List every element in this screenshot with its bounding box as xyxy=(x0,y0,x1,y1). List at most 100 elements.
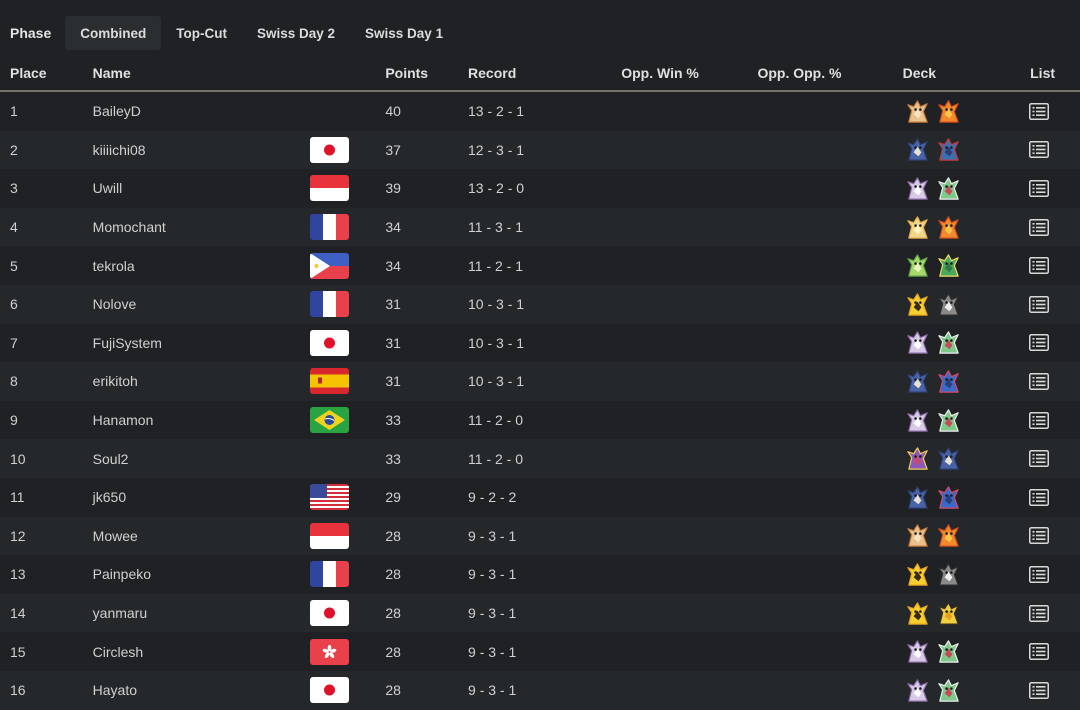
opp-win-cell xyxy=(621,555,757,594)
deck-cell[interactable] xyxy=(903,285,1031,324)
deck-cell[interactable] xyxy=(903,594,1031,633)
decklist-icon[interactable] xyxy=(1029,334,1050,352)
pikachu-icon xyxy=(903,290,932,319)
player-name-link[interactable]: Circlesh xyxy=(93,632,310,671)
table-row: 6 Nolove 31 10 - 3 - 1 xyxy=(0,284,1080,324)
decklist-icon[interactable] xyxy=(1029,141,1050,159)
points-cell: 40 xyxy=(385,103,401,120)
decklist-icon[interactable] xyxy=(1029,411,1050,429)
deck-cell[interactable] xyxy=(903,439,1031,478)
header-place[interactable]: Place xyxy=(0,56,93,92)
points-cell: 33 xyxy=(385,412,401,429)
decklist-icon[interactable] xyxy=(1029,527,1050,545)
deck-cell[interactable] xyxy=(903,632,1031,671)
header-opp-win[interactable]: Opp. Win % xyxy=(621,56,758,92)
decklist-icon[interactable] xyxy=(1029,604,1050,622)
player-name-link[interactable]: Nolove xyxy=(93,285,310,324)
deck-cell[interactable] xyxy=(903,208,1031,247)
opp-opp-cell xyxy=(757,91,902,131)
player-name-link[interactable]: jk650 xyxy=(93,478,310,517)
tab-top-cut[interactable]: Top-Cut xyxy=(161,16,242,50)
points-cell: 34 xyxy=(385,219,401,236)
decklist-icon[interactable] xyxy=(1029,450,1050,468)
player-name-link[interactable]: Painpeko xyxy=(93,555,310,594)
country-flag-cell xyxy=(309,632,386,671)
deck-cell[interactable] xyxy=(903,517,1031,556)
place-cell: 13 xyxy=(10,566,26,583)
opp-opp-cell xyxy=(757,478,902,517)
tab-swiss-day-1[interactable]: Swiss Day 1 xyxy=(350,16,458,50)
deck-cell[interactable] xyxy=(903,91,1031,131)
player-name-link[interactable]: FujiSystem xyxy=(93,324,310,363)
opp-opp-cell xyxy=(757,285,902,324)
decklist-icon[interactable] xyxy=(1029,218,1050,236)
opp-win-cell xyxy=(621,208,757,247)
points-cell: 28 xyxy=(385,682,401,699)
player-name-link[interactable]: Mowee xyxy=(93,517,310,556)
country-flag-cell xyxy=(309,517,386,556)
deck-cell[interactable] xyxy=(903,169,1031,208)
dragapult-icon xyxy=(934,135,963,164)
record-cell: 13 - 2 - 0 xyxy=(468,180,525,197)
player-name-link[interactable]: Soul2 xyxy=(93,439,310,478)
decklist-icon[interactable] xyxy=(1029,295,1050,313)
opp-win-cell xyxy=(621,131,757,170)
deck-cell[interactable] xyxy=(903,671,1031,710)
mewtwo-icon xyxy=(903,637,932,666)
garchomp-icon xyxy=(903,367,932,396)
player-name-link[interactable]: tekrola xyxy=(93,246,310,285)
decklist-icon[interactable] xyxy=(1029,102,1050,120)
table-row: 10 Soul2 33 11 - 2 - 0 xyxy=(0,439,1080,478)
list-cell xyxy=(1029,362,1080,401)
flag-id-icon xyxy=(309,175,349,202)
player-name-link[interactable]: Hanamon xyxy=(93,401,310,440)
decklist-icon[interactable] xyxy=(1029,565,1050,583)
tab-swiss-day-2[interactable]: Swiss Day 2 xyxy=(242,16,350,50)
player-name-link[interactable]: yanmaru xyxy=(93,594,310,633)
decklist-icon[interactable] xyxy=(1029,643,1050,661)
player-name-link[interactable]: Uwill xyxy=(93,169,310,208)
list-cell xyxy=(1029,208,1080,247)
deck-cell[interactable] xyxy=(903,478,1031,517)
tab-combined[interactable]: Combined xyxy=(65,16,162,50)
header-deck[interactable]: Deck xyxy=(902,56,1031,92)
player-name-link[interactable]: BaileyD xyxy=(93,91,310,131)
player-name-link[interactable]: Momochant xyxy=(93,208,310,247)
player-name-link[interactable]: Hayato xyxy=(93,671,310,710)
table-row: 2 kiiiichi08 37 12 - 3 - 1 xyxy=(0,130,1080,170)
deck-cell[interactable] xyxy=(903,131,1031,170)
header-points[interactable]: Points xyxy=(385,56,469,92)
deck-cell[interactable] xyxy=(903,246,1031,285)
country-flag-cell xyxy=(310,439,386,478)
decklist-icon[interactable] xyxy=(1029,681,1050,699)
flag-hk-icon xyxy=(309,638,349,665)
flag-fr-icon xyxy=(309,561,349,588)
list-cell xyxy=(1029,632,1080,671)
table-row: 14 yanmaru 28 9 - 3 - 1 xyxy=(0,593,1080,633)
moltres-icon xyxy=(934,213,963,242)
decklist-icon[interactable] xyxy=(1029,488,1050,506)
decklist-icon[interactable] xyxy=(1029,372,1050,390)
deck-cell[interactable] xyxy=(903,401,1031,440)
header-opp-opp[interactable]: Opp. Opp. % xyxy=(757,56,903,92)
place-cell: 14 xyxy=(10,605,26,622)
deck-cell[interactable] xyxy=(903,555,1031,594)
decklist-icon[interactable] xyxy=(1029,179,1050,197)
deck-cell[interactable] xyxy=(903,362,1031,401)
decklist-icon[interactable] xyxy=(1029,257,1050,275)
country-flag-cell xyxy=(309,671,386,710)
table-row: 11 jk650 29 9 - 2 - 2 xyxy=(0,477,1080,517)
deck-cell[interactable] xyxy=(903,324,1031,363)
points-cell: 33 xyxy=(385,450,401,467)
place-cell: 4 xyxy=(10,219,18,236)
player-name-link[interactable]: erikitoh xyxy=(93,362,310,401)
header-record[interactable]: Record xyxy=(468,56,622,92)
opp-opp-cell xyxy=(757,246,902,285)
opp-win-cell xyxy=(621,246,757,285)
header-name[interactable]: Name xyxy=(92,56,310,92)
list-cell xyxy=(1029,594,1080,633)
table-row: 4 Momochant 34 11 - 3 - 1 xyxy=(0,207,1080,247)
player-name-link[interactable]: kiiiichi08 xyxy=(93,131,310,170)
record-cell: 10 - 3 - 1 xyxy=(468,296,525,313)
gardevoir-icon xyxy=(934,328,963,357)
